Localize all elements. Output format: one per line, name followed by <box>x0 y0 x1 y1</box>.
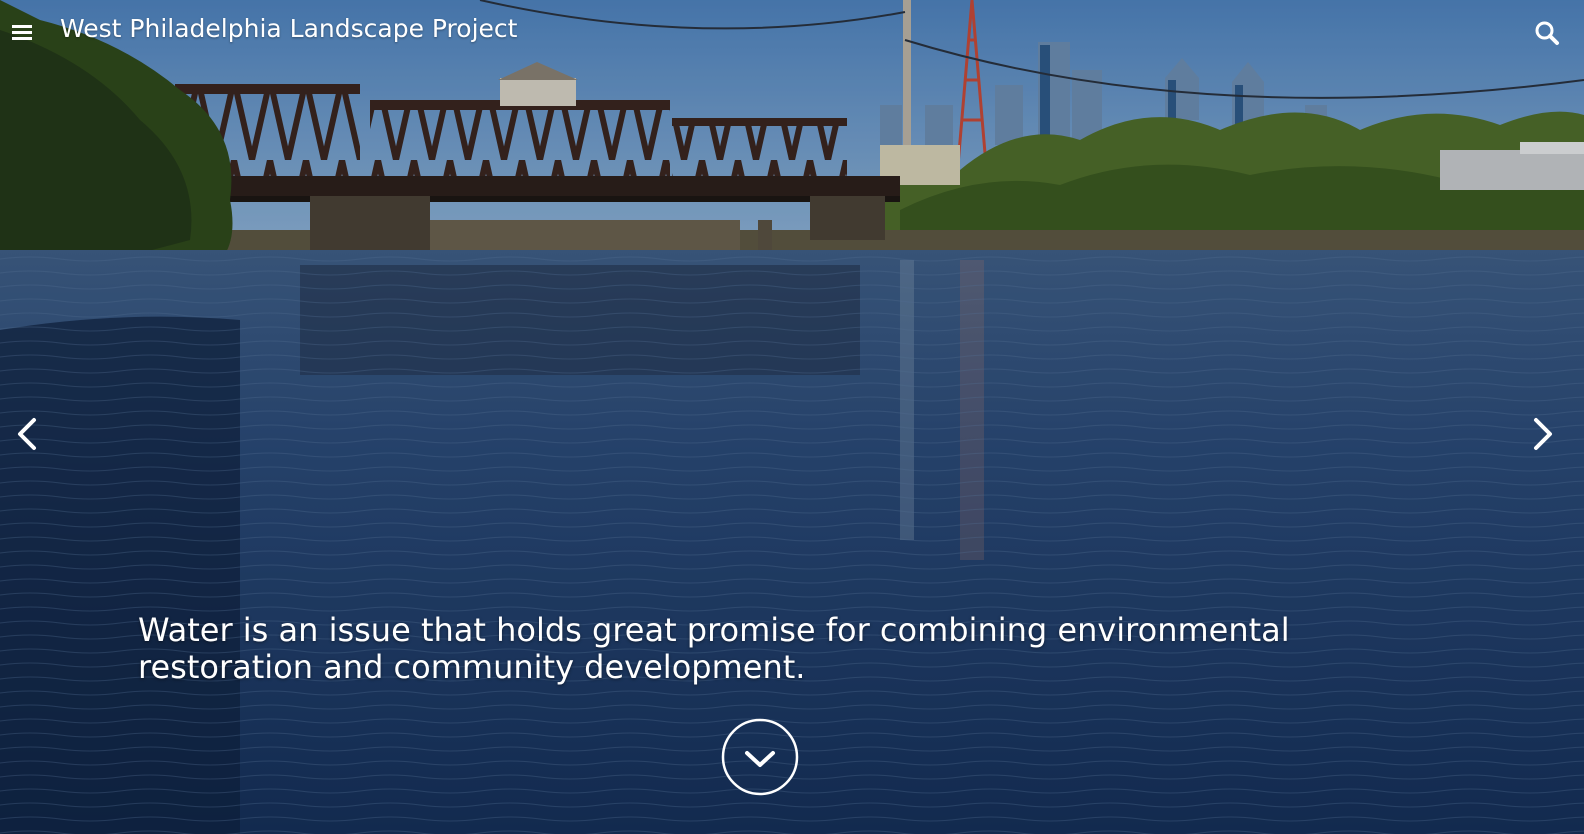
chevron-down-circle-icon[interactable] <box>721 718 799 796</box>
hamburger-menu-icon[interactable] <box>10 20 34 44</box>
site-header: West Philadelphia Landscape Project <box>0 0 1584 64</box>
chevron-left-icon[interactable] <box>10 412 46 456</box>
search-icon[interactable] <box>1534 20 1560 46</box>
site-title[interactable]: West Philadelphia Landscape Project <box>60 14 517 43</box>
chevron-right-icon[interactable] <box>1524 412 1560 456</box>
hero-caption: Water is an issue that holds great promi… <box>138 611 1290 686</box>
hero-background-image <box>0 0 1584 834</box>
hero-slideshow: West Philadelphia Landscape Project Wate… <box>0 0 1584 834</box>
